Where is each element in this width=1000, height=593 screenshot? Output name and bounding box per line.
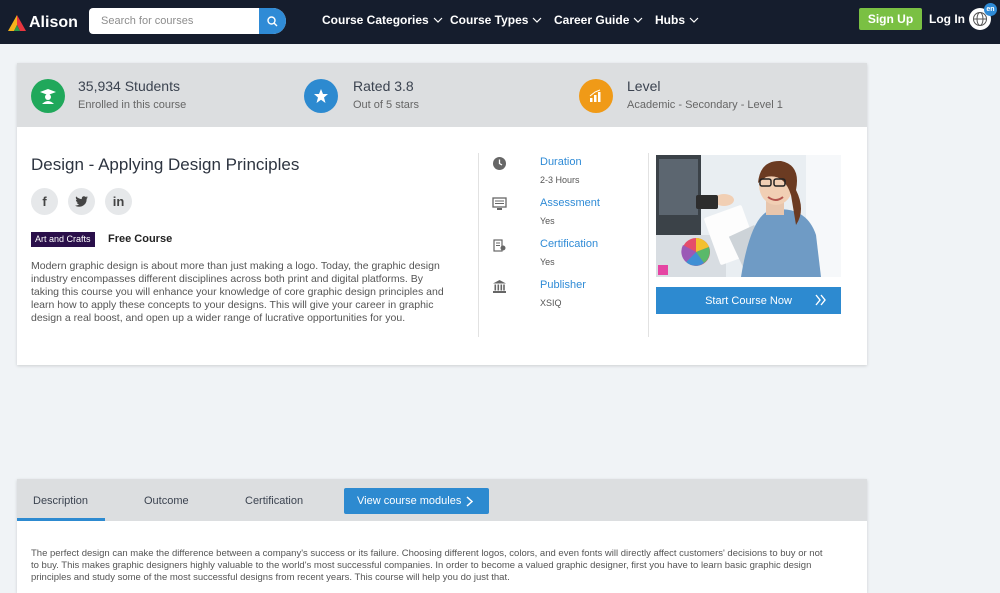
students-label: Enrolled in this course — [78, 99, 187, 111]
course-description: Modern graphic design is about more than… — [31, 260, 444, 324]
assessment-value: Yes — [540, 216, 555, 226]
rating-value: Rated 3.8 — [353, 78, 414, 94]
search-icon — [267, 15, 278, 26]
menu-label: Course Types — [450, 13, 529, 27]
view-modules-label: View course modules — [357, 495, 462, 507]
facebook-share-button[interactable]: f — [31, 188, 58, 215]
chevron-down-icon — [689, 17, 699, 23]
search-input[interactable] — [89, 8, 259, 34]
certificate-icon — [491, 237, 507, 253]
menu-label: Hubs — [655, 13, 685, 27]
search-button[interactable] — [259, 8, 286, 34]
menu-label: Career Guide — [554, 13, 630, 27]
bar-chart-icon — [579, 79, 613, 113]
chevron-right-icon — [466, 496, 473, 507]
start-course-label: Start Course Now — [705, 294, 792, 307]
chevron-down-icon — [433, 17, 443, 23]
menu-course-categories[interactable]: Course Categories — [322, 13, 443, 27]
linkedin-share-button[interactable]: in — [105, 188, 132, 215]
category-tag[interactable]: Art and Crafts — [31, 232, 95, 247]
rating-label: Out of 5 stars — [353, 99, 420, 111]
facebook-icon: f — [42, 194, 47, 209]
certification-value: Yes — [540, 257, 555, 267]
bank-icon — [491, 278, 507, 294]
certification-label: Certification — [540, 238, 599, 250]
tab-outcome[interactable]: Outcome — [144, 495, 189, 507]
top-nav: Alison Course Categories Course Types Ca… — [0, 0, 1000, 44]
active-tab-indicator — [17, 518, 105, 521]
menu-label: Course Categories — [322, 13, 429, 27]
chevron-down-icon — [633, 17, 643, 23]
duration-label: Duration — [540, 156, 582, 168]
tab-description[interactable]: Description — [33, 495, 88, 507]
publisher-label: Publisher — [540, 279, 586, 291]
price-label: Free Course — [108, 233, 173, 245]
double-chevron-right-icon — [815, 294, 826, 306]
duration-value: 2-3 Hours — [540, 175, 580, 185]
logo-text: Alison — [29, 14, 78, 31]
alison-logo[interactable]: Alison — [8, 12, 78, 34]
level-title: Level — [627, 78, 661, 94]
course-image — [656, 155, 841, 277]
course-card: 35,934 Students Enrolled in this course … — [17, 63, 867, 365]
course-stats-bar: 35,934 Students Enrolled in this course … — [17, 63, 867, 127]
course-title: Design - Applying Design Principles — [31, 155, 300, 174]
publisher-value: XSIQ — [540, 298, 562, 308]
divider — [648, 153, 649, 337]
chevron-down-icon — [533, 17, 542, 23]
assessment-icon — [491, 196, 507, 212]
start-course-button[interactable]: Start Course Now — [656, 287, 841, 314]
graduate-icon — [31, 79, 65, 113]
clock-icon — [491, 155, 507, 171]
tab-certification[interactable]: Certification — [245, 495, 303, 507]
students-count: 35,934 Students — [78, 78, 180, 94]
level-value: Academic - Secondary - Level 1 — [627, 99, 783, 111]
description-text: The perfect design can make the differen… — [31, 548, 823, 583]
star-icon — [304, 79, 338, 113]
twitter-icon — [75, 196, 88, 207]
language-badge: en — [984, 3, 997, 16]
sign-up-button[interactable]: Sign Up — [859, 8, 922, 30]
details-tab-bar: Description Outcome Certification View c… — [17, 479, 867, 521]
search-bar — [89, 8, 286, 34]
twitter-share-button[interactable] — [68, 188, 95, 215]
menu-hubs[interactable]: Hubs — [655, 13, 699, 27]
menu-career-guide[interactable]: Career Guide — [554, 13, 643, 27]
menu-course-types[interactable]: Course Types — [450, 13, 542, 27]
course-details-card: Description Outcome Certification View c… — [17, 479, 867, 593]
assessment-label: Assessment — [540, 197, 600, 209]
view-course-modules-button[interactable]: View course modules — [344, 488, 489, 514]
log-in-link[interactable]: Log In — [929, 12, 965, 26]
linkedin-icon: in — [112, 194, 125, 209]
divider — [478, 153, 479, 337]
alison-logo-icon — [8, 15, 26, 31]
